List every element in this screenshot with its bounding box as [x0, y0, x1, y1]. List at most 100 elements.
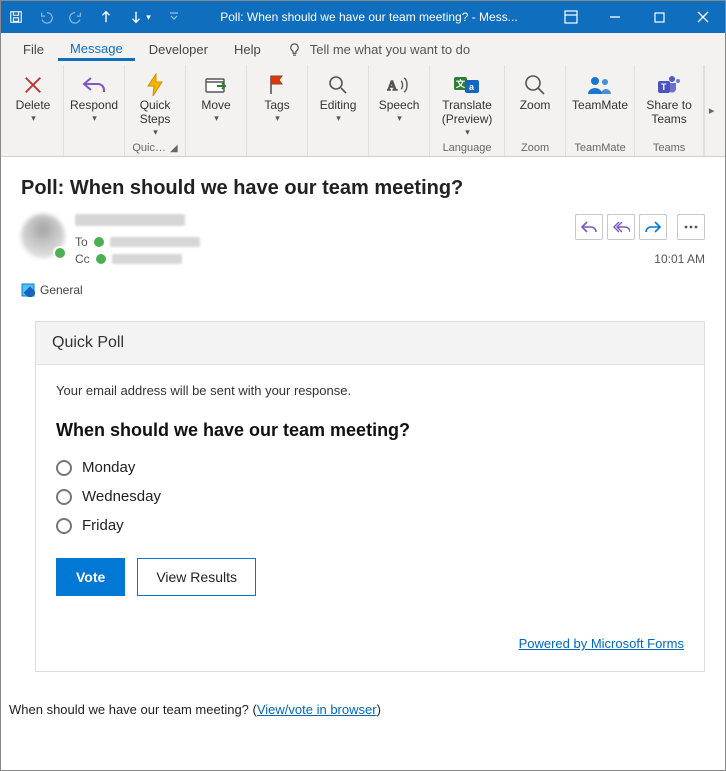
teammate-button[interactable]: TeamMate — [572, 69, 628, 113]
ribbon-group-speech: A Speech ▾ — [369, 65, 430, 156]
poll-question: When should we have our team meeting? — [56, 420, 684, 441]
maximize-icon[interactable] — [637, 1, 681, 33]
ribbon-group-delete: Delete ▾ — [3, 65, 64, 156]
delete-button[interactable]: Delete ▾ — [9, 69, 57, 123]
ribbon-group-teammate: TeamMate TeamMate — [566, 65, 635, 156]
dialog-launcher-icon[interactable]: ◢ — [170, 143, 178, 154]
speech-button[interactable]: A Speech ▾ — [375, 69, 423, 123]
title-bar: ▾ Poll: When should we have our team mee… — [1, 1, 725, 33]
people-icon — [583, 71, 617, 99]
read-aloud-icon: A — [382, 71, 416, 99]
menu-file[interactable]: File — [11, 38, 56, 61]
lightning-icon — [138, 71, 172, 99]
cc-label: Cc — [75, 252, 90, 266]
window-title: Poll: When should we have our team meeti… — [189, 10, 549, 24]
language-group-label: Language — [443, 142, 492, 154]
teammate-label: TeamMate — [572, 99, 628, 113]
translate-label: Translate (Preview) — [442, 99, 493, 127]
sender-name — [75, 214, 185, 226]
radio-icon — [56, 460, 72, 476]
minimize-icon[interactable] — [593, 1, 637, 33]
category-label: General — [40, 283, 83, 297]
close-icon[interactable] — [681, 1, 725, 33]
to-row: To — [75, 235, 575, 249]
message-subject: Poll: When should we have our team meeti… — [21, 177, 705, 200]
speech-label: Speech — [379, 99, 420, 113]
find-icon — [321, 71, 355, 99]
quicksteps-button[interactable]: Quick Steps▾ — [131, 69, 179, 137]
footer-strip: When should we have our team meeting? (V… — [1, 672, 725, 725]
poll-option[interactable]: Friday — [56, 511, 684, 540]
teams-icon: T — [652, 71, 686, 99]
to-label: To — [75, 235, 88, 249]
to-recipient — [110, 237, 200, 247]
quicksteps-label: Quick Steps — [140, 99, 171, 127]
menu-developer[interactable]: Developer — [137, 38, 220, 61]
quicksteps-group-label: Quic… — [132, 142, 166, 154]
footer-text-after: ) — [377, 702, 381, 717]
cc-recipient — [112, 254, 182, 264]
ribbon-scroll-right-icon[interactable]: ▸ — [704, 65, 718, 156]
move-button[interactable]: Move ▾ — [192, 69, 240, 123]
ribbon-group-tags: Tags ▾ — [247, 65, 308, 156]
sender-avatar[interactable] — [21, 214, 65, 258]
save-icon[interactable] — [1, 1, 31, 33]
zoom-icon — [518, 71, 552, 99]
zoom-button[interactable]: Zoom — [511, 69, 559, 113]
svg-text:A: A — [387, 79, 398, 94]
view-in-browser-link[interactable]: View/vote in browser — [257, 702, 377, 717]
forward-button[interactable] — [639, 214, 667, 240]
poll-option-label: Friday — [82, 517, 124, 534]
flag-icon — [260, 71, 294, 99]
ribbon-group-teams: T Share to Teams Teams — [635, 65, 704, 156]
vote-button[interactable]: Vote — [56, 558, 125, 596]
teammate-group-label: TeamMate — [574, 142, 625, 154]
powered-by-link[interactable]: Powered by Microsoft Forms — [519, 636, 684, 651]
footer-text: When should we have our team meeting? ( — [9, 702, 257, 717]
menu-bar: File Message Developer Help Tell me what… — [1, 33, 725, 65]
share-to-teams-button[interactable]: T Share to Teams — [641, 69, 697, 127]
teams-label: Share to Teams — [646, 99, 691, 127]
lightbulb-icon — [287, 42, 302, 57]
ribbon-group-quicksteps: Quick Steps▾ Quic… ◢ — [125, 65, 186, 156]
poll-notice: Your email address will be sent with you… — [56, 383, 684, 398]
poll-option[interactable]: Wednesday — [56, 482, 684, 511]
respond-label: Respond — [70, 99, 118, 113]
category-tag[interactable]: General — [21, 283, 705, 297]
undo-icon[interactable] — [31, 1, 61, 33]
presence-icon — [94, 237, 104, 247]
ribbon-group-move: Move ▾ — [186, 65, 247, 156]
editing-label: Editing — [320, 99, 357, 113]
redo-icon[interactable] — [61, 1, 91, 33]
tell-me-search[interactable]: Tell me what you want to do — [287, 42, 470, 57]
editing-button[interactable]: Editing ▾ — [314, 69, 362, 123]
poll-option-label: Wednesday — [82, 488, 161, 505]
message-time: 10:01 AM — [654, 252, 705, 266]
move-label: Move — [201, 99, 230, 113]
menu-message[interactable]: Message — [58, 37, 135, 61]
message-area: Poll: When should we have our team meeti… — [1, 157, 725, 305]
poll-option[interactable]: Monday — [56, 453, 684, 482]
translate-button[interactable]: 文a Translate (Preview)▾ — [436, 69, 498, 137]
more-actions-button[interactable] — [677, 214, 705, 240]
menu-help[interactable]: Help — [222, 38, 273, 61]
presence-icon — [96, 254, 106, 264]
translate-icon: 文a — [450, 71, 484, 99]
zoom-group-label: Zoom — [521, 142, 549, 154]
previous-item-icon[interactable] — [91, 1, 121, 33]
tags-label: Tags — [264, 99, 289, 113]
qat-customize-icon[interactable] — [159, 1, 189, 33]
view-results-button[interactable]: View Results — [137, 558, 256, 596]
svg-text:T: T — [661, 82, 667, 92]
reply-all-button[interactable] — [607, 214, 635, 240]
sender-block: To Cc — [75, 214, 575, 269]
poll-card: Quick Poll Your email address will be se… — [35, 321, 705, 672]
ribbon-display-icon[interactable] — [549, 1, 593, 33]
respond-button[interactable]: Respond ▾ — [70, 69, 118, 123]
category-color-icon — [21, 283, 35, 297]
reply-button[interactable] — [575, 214, 603, 240]
next-item-icon[interactable]: ▾ — [121, 1, 159, 33]
tags-button[interactable]: Tags ▾ — [253, 69, 301, 123]
reply-icon — [77, 71, 111, 99]
cc-row: Cc — [75, 252, 575, 266]
